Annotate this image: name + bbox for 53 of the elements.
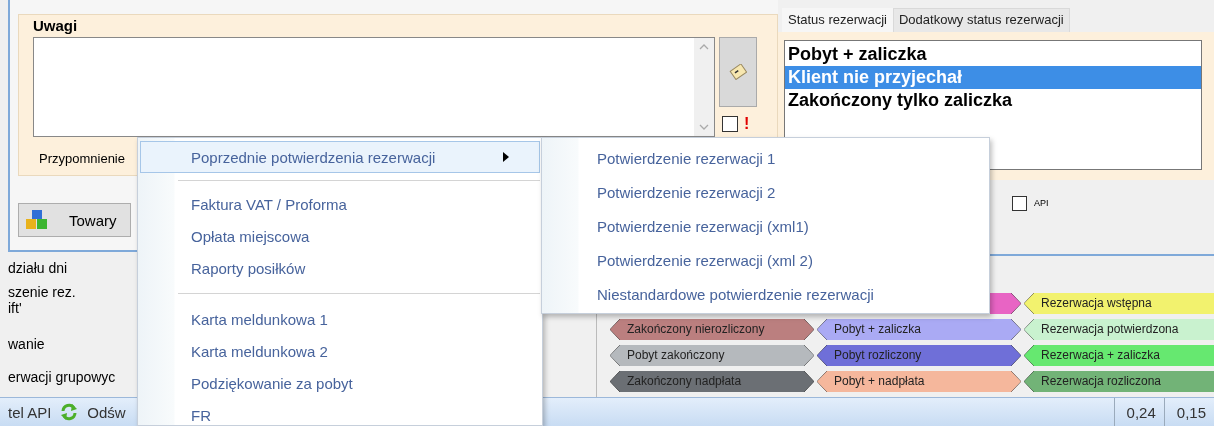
- group-title: Uwagi: [33, 17, 78, 35]
- status-cell: 0,24: [1113, 398, 1164, 426]
- side-label: ift': [8, 300, 23, 316]
- scroll-up-icon: [699, 44, 709, 50]
- menu-item[interactable]: FR: [140, 399, 540, 425]
- status-tag: Pobyt rozliczony: [817, 345, 1021, 366]
- menu-item-label: Poprzednie potwierdzenia rezerwacji: [191, 148, 436, 166]
- notes-field[interactable]: [33, 37, 715, 137]
- refresh-icon: [59, 402, 80, 422]
- menu-item[interactable]: Podziękowanie za pobyt: [140, 367, 540, 399]
- alert-mark: !: [744, 115, 750, 133]
- submenu-arrow-icon: [503, 152, 509, 162]
- status-tag: Pobyt zakończony: [610, 345, 814, 366]
- towary-button[interactable]: Towary: [18, 203, 131, 237]
- menu-item[interactable]: Faktura VAT / Proforma: [140, 188, 540, 220]
- status-tag: Rezerwacja potwierdzona: [1024, 319, 1214, 340]
- status-list-item[interactable]: Zakończony tylko zaliczka: [785, 89, 1201, 112]
- status-tag: Zakończony nadpłata: [610, 371, 814, 392]
- alert-checkbox[interactable]: [722, 116, 738, 132]
- api-checkbox[interactable]: [1012, 196, 1027, 211]
- status-tag: Zakończony nierozliczony: [610, 319, 814, 340]
- reminder-label: Przypomnienie: [39, 151, 125, 166]
- side-label: wanie: [8, 336, 46, 352]
- menu-item[interactable]: Opłata miejscowa: [140, 220, 540, 252]
- menu-item[interactable]: Potwierdzenie rezerwacji (xml 2): [544, 243, 987, 277]
- menu-item[interactable]: Potwierdzenie rezerwacji 2: [544, 175, 987, 209]
- status-tag: Rezerwacja rozliczona: [1024, 371, 1214, 392]
- status-tag: Pobyt + nadpłata: [817, 371, 1021, 392]
- menu-item[interactable]: Karta meldunkowa 1: [140, 303, 540, 335]
- status-cell: 0,15: [1163, 398, 1214, 426]
- side-label: erwacji grupowyc: [8, 369, 117, 385]
- side-label: działu dni: [8, 260, 69, 276]
- menu-item[interactable]: Potwierdzenie rezerwacji (xml1): [544, 209, 987, 243]
- refresh-link[interactable]: Odśw: [87, 403, 126, 421]
- status-list-item[interactable]: Pobyt + zaliczka: [785, 43, 1201, 66]
- menu-item[interactable]: Poprzednie potwierdzenia rezerwacji: [140, 141, 540, 173]
- menu-item[interactable]: Karta meldunkowa 2: [140, 335, 540, 367]
- cubes-icon: [25, 209, 49, 231]
- note-icon: [729, 64, 747, 80]
- scrollbar[interactable]: [694, 38, 714, 136]
- api-label: API: [1034, 197, 1049, 208]
- scroll-down-icon: [699, 124, 709, 130]
- status-text: tel API: [8, 403, 52, 421]
- status-tag: Rezerwacja wstępna: [1024, 293, 1214, 314]
- edit-note-button[interactable]: [719, 37, 757, 107]
- status-tag: Pobyt + zaliczka: [817, 319, 1021, 340]
- side-label: szenie rez.: [8, 284, 77, 300]
- status-tab[interactable]: Status rezerwacji: [782, 8, 893, 32]
- menu-item[interactable]: Raporty posiłków: [140, 252, 540, 284]
- status-tag: Rezerwacja + zaliczka: [1024, 345, 1214, 366]
- status-list-item[interactable]: Klient nie przyjechał: [785, 66, 1201, 89]
- status-tab[interactable]: Dodatkowy status rezerwacji: [893, 8, 1070, 32]
- menu-item[interactable]: Niestandardowe potwierdzenie rezerwacji: [544, 277, 987, 311]
